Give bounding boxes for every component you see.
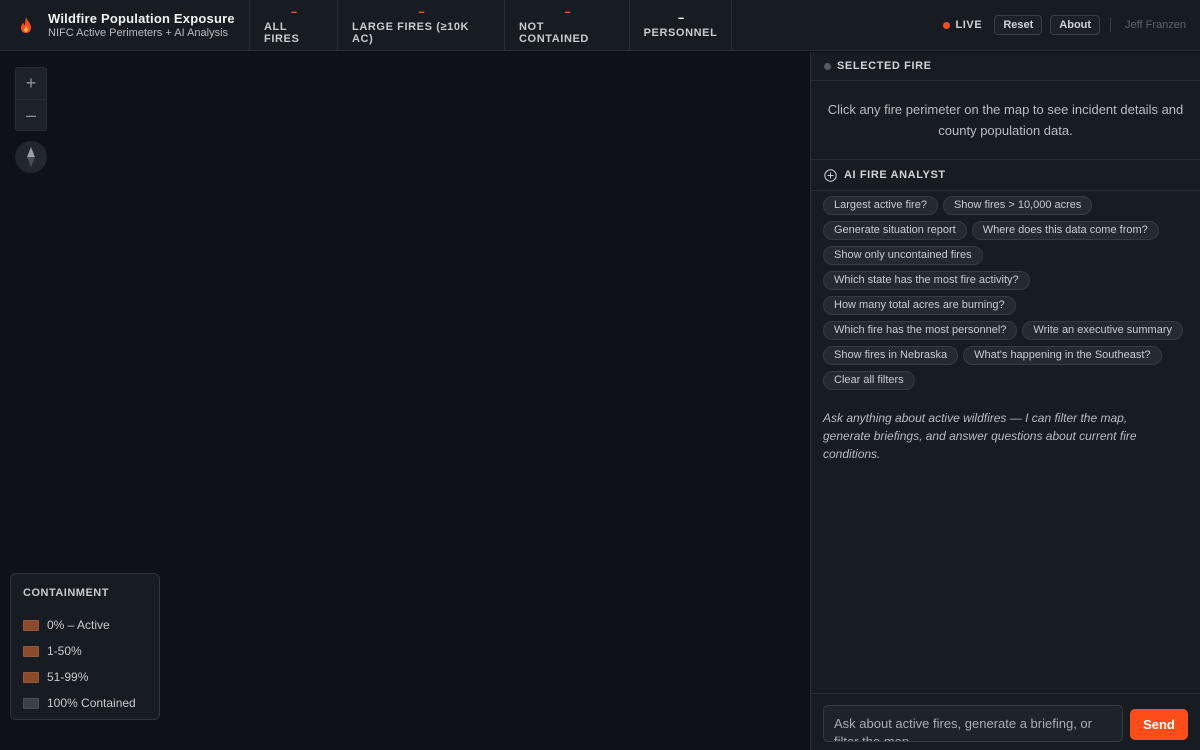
legend-swatch	[23, 645, 39, 657]
suggestion-chip[interactable]: Show fires in Nebraska	[823, 346, 959, 365]
suggestion-chip[interactable]: Generate situation report	[823, 221, 967, 240]
stat-value: --	[677, 11, 684, 24]
zoom-controls: + –	[15, 67, 47, 131]
legend-item: 1-50%	[23, 638, 147, 664]
side-panel: SELECTED FIRE Click any fire perimeter o…	[810, 52, 1200, 750]
brand: Wildfire Population Exposure NIFC Active…	[0, 0, 250, 50]
app-title: Wildfire Population Exposure	[48, 11, 235, 26]
suggestion-chip[interactable]: Largest active fire?	[823, 196, 938, 215]
ai-sparkle-icon	[824, 168, 837, 182]
map-canvas[interactable]: + – CONTAINMENT 0% – Active 1-50% 51-99%…	[0, 52, 810, 750]
selected-fire-header: SELECTED FIRE	[811, 52, 1200, 81]
legend-label: 51-99%	[47, 670, 89, 684]
suggestion-chips: Largest active fire? Show fires > 10,000…	[811, 191, 1200, 396]
chat-input[interactable]	[823, 705, 1123, 742]
flame-icon	[21, 17, 31, 33]
stat-personnel: -- PERSONNEL	[630, 0, 732, 50]
stat-all-fires: -- ALL FIRES	[250, 0, 338, 50]
live-label: LIVE	[955, 19, 983, 31]
legend-item: 51-99%	[23, 664, 147, 690]
suggestion-chip[interactable]: What's happening in the Southeast?	[963, 346, 1162, 365]
zoom-in-button[interactable]: +	[16, 68, 46, 99]
stat-value: --	[418, 5, 424, 18]
stat-label: PERSONNEL	[643, 26, 718, 39]
suggestion-chip[interactable]: Write an executive summary	[1022, 321, 1183, 340]
suggestion-chip[interactable]: How many total acres are burning?	[823, 296, 1016, 315]
legend-swatch	[23, 671, 39, 683]
legend-swatch	[23, 697, 39, 709]
reset-button[interactable]: Reset	[994, 15, 1043, 35]
compass-button[interactable]	[15, 141, 47, 173]
ai-analyst-title: AI FIRE ANALYST	[844, 169, 946, 181]
legend-item: 0% – Active	[23, 612, 147, 638]
app-subtitle: NIFC Active Perimeters + AI Analysis	[48, 27, 229, 39]
stat-not-contained: -- NOT CONTAINED	[505, 0, 630, 50]
chat-input-bar: Send	[811, 693, 1200, 750]
stat-label: NOT CONTAINED	[519, 20, 589, 45]
live-indicator: LIVE	[943, 19, 982, 31]
suggestion-chip[interactable]: Where does this data come from?	[971, 221, 1159, 240]
containment-legend: CONTAINMENT 0% – Active 1-50% 51-99% 100…	[10, 573, 160, 720]
legend-label: 100% Contained	[47, 696, 136, 710]
suggestion-chip[interactable]: Which fire has the most personnel?	[823, 321, 1018, 340]
stat-large-fires: -- LARGE FIRES (≥10K AC)	[338, 0, 505, 50]
status-dot-icon	[824, 62, 831, 70]
legend-label: 1-50%	[47, 644, 82, 658]
legend-title: CONTAINMENT	[23, 587, 109, 599]
stat-value: --	[290, 5, 297, 18]
selected-fire-placeholder: Click any fire perimeter on the map to s…	[811, 81, 1200, 160]
top-header: Wildfire Population Exposure NIFC Active…	[0, 0, 1200, 51]
suggestion-chip[interactable]: Show fires > 10,000 acres	[942, 196, 1093, 215]
suggestion-chip[interactable]: Show only uncontained fires	[823, 246, 983, 265]
suggestion-chip[interactable]: Clear all filters	[823, 371, 915, 390]
ai-welcome-message: Ask anything about active wildfires — I …	[823, 411, 1137, 461]
stat-label: ALL FIRES	[264, 20, 300, 45]
legend-swatch	[23, 619, 39, 631]
stat-value: --	[564, 5, 570, 18]
about-button[interactable]: About	[1050, 15, 1101, 35]
selected-fire-title: SELECTED FIRE	[837, 60, 932, 72]
send-button[interactable]: Send	[1130, 709, 1188, 740]
header-divider	[1110, 18, 1112, 32]
live-dot-icon	[943, 21, 951, 29]
stat-label: LARGE FIRES (≥10K AC)	[352, 20, 470, 45]
compass-icon	[27, 147, 35, 167]
user-name: Jeff Franzen	[1125, 19, 1186, 31]
ai-analyst-header: AI FIRE ANALYST	[811, 160, 1200, 191]
legend-item: 100% Contained	[23, 690, 147, 716]
zoom-out-button[interactable]: –	[16, 99, 46, 130]
header-actions: LIVE Reset About Jeff Franzen	[943, 0, 1200, 50]
suggestion-chip[interactable]: Which state has the most fire activity?	[823, 271, 1030, 290]
legend-label: 0% – Active	[47, 618, 110, 632]
